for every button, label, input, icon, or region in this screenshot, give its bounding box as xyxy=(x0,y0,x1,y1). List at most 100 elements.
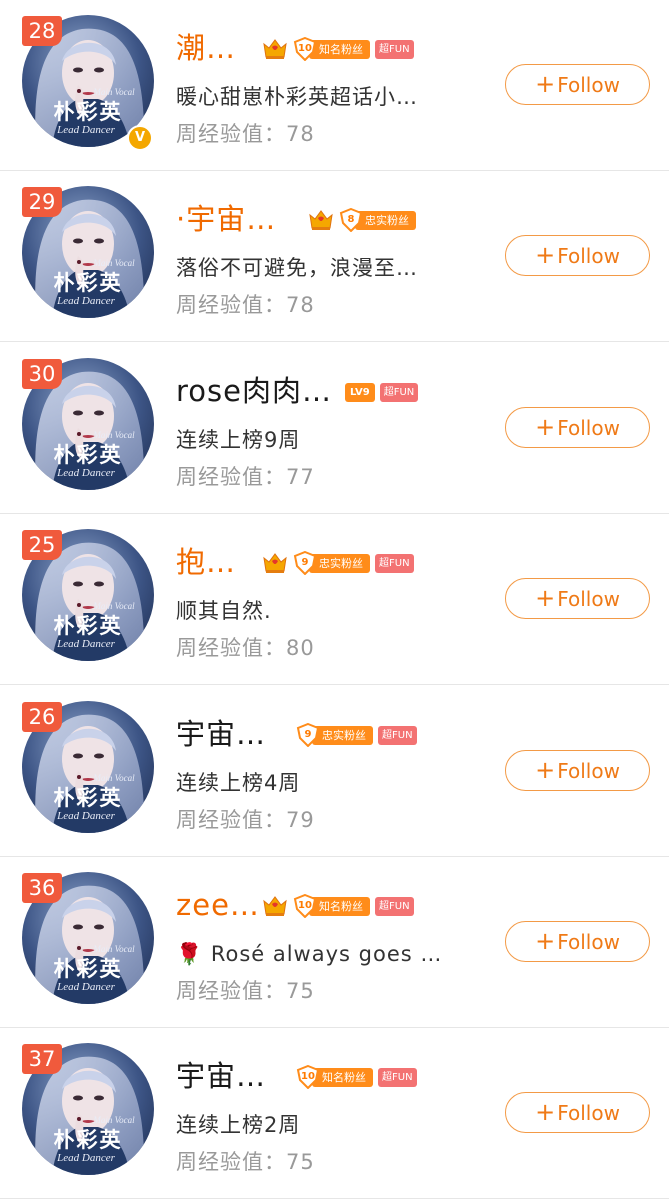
follow-label: Follow xyxy=(557,930,620,954)
user-description: 顺其自然. xyxy=(176,599,272,623)
svg-text:Main Vocal: Main Vocal xyxy=(92,1115,135,1125)
user-description: 连续上榜2周 xyxy=(176,1113,301,1137)
plus-icon: + xyxy=(535,1098,556,1126)
svg-text:朴彩英: 朴彩英 xyxy=(54,785,123,810)
svg-text:Lead Dancer: Lead Dancer xyxy=(56,981,115,993)
plus-icon: + xyxy=(535,584,556,612)
svg-text:Main Vocal: Main Vocal xyxy=(92,87,135,97)
fan-level-badge: 10 知名粉丝 xyxy=(296,1065,373,1089)
list-item[interactable]: Main Vocal 朴彩英 Lead Dancer 36 zee… 10 知名粉… xyxy=(0,857,669,1028)
svg-text:Lead Dancer: Lead Dancer xyxy=(56,1152,115,1164)
user-name[interactable]: 宇宙… xyxy=(176,716,266,752)
user-name[interactable]: 抱… xyxy=(176,544,236,580)
follow-button[interactable]: + Follow xyxy=(505,921,650,962)
list-item[interactable]: Main Vocal 朴彩英 Lead Dancer 28 V 潮… 10 知名粉… xyxy=(0,0,669,171)
fan-level: 10 xyxy=(301,1071,315,1082)
rank-badge: 36 xyxy=(22,873,62,903)
fan-level: 9 xyxy=(301,557,309,568)
plus-icon: + xyxy=(535,70,556,98)
rank-badge: 25 xyxy=(22,530,62,560)
weekly-exp-value: 78 xyxy=(286,122,315,146)
weekly-exp: 周经验值：78 xyxy=(176,290,315,320)
follow-label: Follow xyxy=(557,587,620,611)
list-item[interactable]: Main Vocal 朴彩英 Lead Dancer 25 抱… 9 忠实粉丝 超F… xyxy=(0,514,669,685)
follow-button[interactable]: + Follow xyxy=(505,1092,650,1133)
svg-text:Main Vocal: Main Vocal xyxy=(92,944,135,954)
svg-text:Main Vocal: Main Vocal xyxy=(92,601,135,611)
weekly-exp: 周经验值：80 xyxy=(176,633,315,663)
weekly-exp-label: 周经验值： xyxy=(176,1150,286,1174)
fan-level: 10 xyxy=(298,900,312,911)
user-name[interactable]: rose肉肉… xyxy=(176,373,332,409)
rank-badge: 29 xyxy=(22,187,62,217)
verified-icon: V xyxy=(127,125,153,151)
fan-level-badge: 9 忠实粉丝 xyxy=(293,551,370,575)
user-description: 连续上榜9周 xyxy=(176,428,301,452)
fan-level: 10 xyxy=(298,43,312,54)
super-fun-badge: 超FUN xyxy=(378,1067,417,1087)
follow-button[interactable]: + Follow xyxy=(505,407,650,448)
badge-group: 9 忠实粉丝 超FUN xyxy=(296,722,417,748)
svg-text:Lead Dancer: Lead Dancer xyxy=(56,124,115,136)
super-fun-badge: 超FUN xyxy=(375,896,414,916)
fan-title: 知名粉丝 xyxy=(309,896,370,916)
rank-badge: 30 xyxy=(22,359,62,389)
follow-label: Follow xyxy=(557,1101,620,1125)
list-item[interactable]: Main Vocal 朴彩英 Lead Dancer 37 宇宙… 10 知名粉丝… xyxy=(0,1028,669,1199)
weekly-exp-value: 75 xyxy=(286,1150,315,1174)
follow-button[interactable]: + Follow xyxy=(505,750,650,791)
weekly-exp: 周经验值：75 xyxy=(176,1147,315,1177)
weekly-exp-label: 周经验值： xyxy=(176,636,286,660)
weekly-exp-label: 周经验值： xyxy=(176,122,286,146)
weekly-exp-label: 周经验值： xyxy=(176,808,286,832)
rank-badge: 26 xyxy=(22,702,62,732)
follow-label: Follow xyxy=(557,416,620,440)
weekly-exp: 周经验值：78 xyxy=(176,119,315,149)
badge-group: 8 忠实粉丝 xyxy=(308,207,416,233)
badge-group: 10 知名粉丝 超FUN xyxy=(296,1064,417,1090)
crown-icon xyxy=(263,39,287,59)
follow-button[interactable]: + Follow xyxy=(505,64,650,105)
follow-button[interactable]: + Follow xyxy=(505,578,650,619)
plus-icon: + xyxy=(535,927,556,955)
user-name[interactable]: ·宇宙… xyxy=(176,201,276,237)
svg-text:朴彩英: 朴彩英 xyxy=(54,442,123,467)
crown-icon xyxy=(263,553,287,573)
list-item[interactable]: Main Vocal 朴彩英 Lead Dancer 26 宇宙… 9 忠实粉丝超… xyxy=(0,686,669,857)
user-description: 🌹 Rosé always goes … xyxy=(176,942,443,966)
fan-level-badge: 8 忠实粉丝 xyxy=(339,208,416,232)
svg-text:朴彩英: 朴彩英 xyxy=(54,99,123,124)
fan-level: 8 xyxy=(347,214,355,225)
svg-text:Main Vocal: Main Vocal xyxy=(92,773,135,783)
divider xyxy=(0,1198,669,1199)
follow-label: Follow xyxy=(557,244,620,268)
weekly-exp: 周经验值：77 xyxy=(176,462,315,492)
svg-text:Main Vocal: Main Vocal xyxy=(92,430,135,440)
svg-text:朴彩英: 朴彩英 xyxy=(54,613,123,638)
user-description: 暖心甜崽朴彩英超话小… xyxy=(176,85,418,109)
follow-label: Follow xyxy=(557,759,620,783)
weekly-exp-value: 79 xyxy=(286,808,315,832)
badge-group: 10 知名粉丝 超FUN xyxy=(262,36,414,62)
weekly-exp-value: 75 xyxy=(286,979,315,1003)
divider xyxy=(0,341,669,342)
fan-title: 知名粉丝 xyxy=(312,1067,373,1087)
list-item[interactable]: Main Vocal 朴彩英 Lead Dancer 30 rose肉肉… LV… xyxy=(0,343,669,514)
weekly-exp-label: 周经验值： xyxy=(176,293,286,317)
user-name[interactable]: 宇宙… xyxy=(176,1058,266,1094)
user-name[interactable]: 潮… xyxy=(176,30,236,66)
follow-button[interactable]: + Follow xyxy=(505,235,650,276)
svg-text:朴彩英: 朴彩英 xyxy=(54,956,123,981)
rank-badge: 37 xyxy=(22,1044,62,1074)
crown-icon xyxy=(309,210,333,230)
svg-text:朴彩英: 朴彩英 xyxy=(54,1127,123,1152)
user-name[interactable]: zee… xyxy=(176,887,260,923)
weekly-exp-value: 77 xyxy=(286,465,315,489)
plus-icon: + xyxy=(535,241,556,269)
super-fun-badge: 超FUN xyxy=(375,39,414,59)
svg-text:Lead Dancer: Lead Dancer xyxy=(56,810,115,822)
super-fun-badge: 超FUN xyxy=(379,382,419,402)
svg-text:Lead Dancer: Lead Dancer xyxy=(56,295,115,307)
super-fun-badge: 超FUN xyxy=(378,725,417,745)
list-item[interactable]: Main Vocal 朴彩英 Lead Dancer 29 ·宇宙… 8 忠实粉丝… xyxy=(0,171,669,342)
